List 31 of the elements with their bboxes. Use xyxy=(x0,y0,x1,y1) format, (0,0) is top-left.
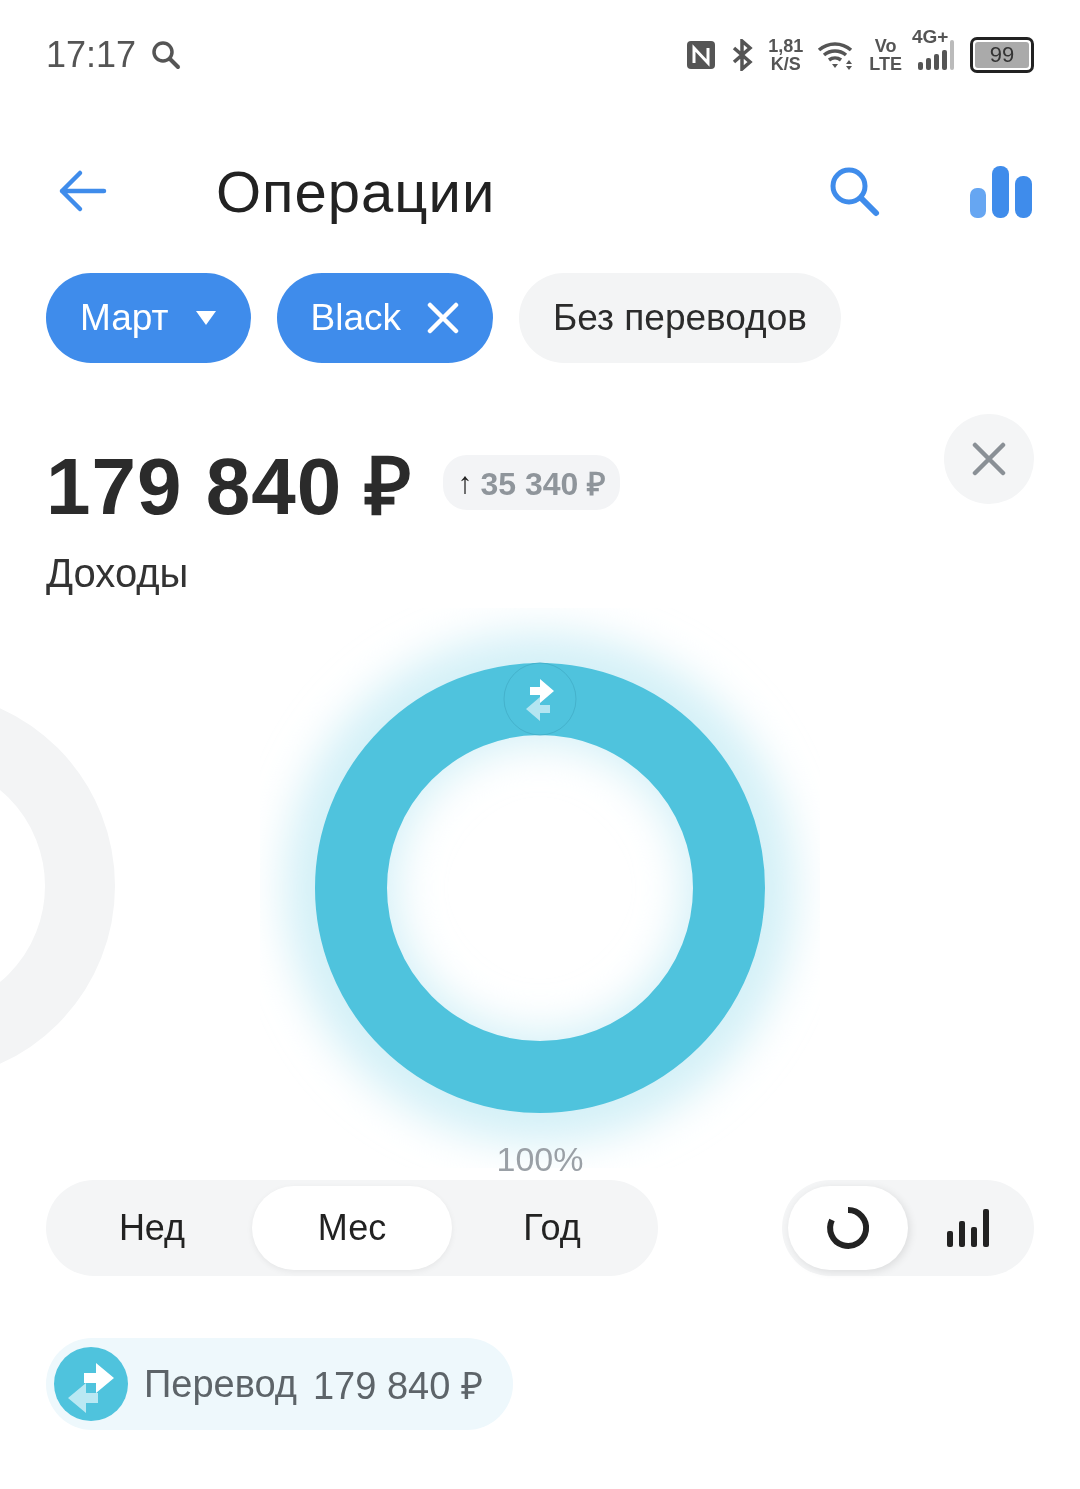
category-chip[interactable]: Перевод 179 840 ₽ xyxy=(46,1338,513,1430)
speed-unit: K/S xyxy=(770,55,801,73)
donut-view-tab[interactable] xyxy=(788,1186,908,1270)
category-name: Перевод xyxy=(144,1362,297,1406)
caret-icon xyxy=(194,310,217,326)
volte-label: LTE xyxy=(869,55,902,73)
transfer-icon xyxy=(503,662,577,736)
up-arrow: ↑ xyxy=(457,465,473,500)
period-tab[interactable]: Мес xyxy=(252,1186,452,1270)
clock: 17:17 xyxy=(46,34,137,76)
period-tab[interactable]: Год xyxy=(452,1186,652,1270)
speed-value: 1,81 xyxy=(768,37,804,55)
close-icon xyxy=(972,442,1006,476)
category-amount: 179 840 ₽ xyxy=(312,1364,483,1409)
network-label: 4G+ xyxy=(912,26,949,48)
total-amount: 179 840 ₽ xyxy=(46,441,414,533)
volte-label: Vo xyxy=(874,37,897,55)
period-tab[interactable]: Нед xyxy=(52,1186,252,1270)
bar-chart-icon[interactable] xyxy=(968,164,1034,218)
bar-chart-icon xyxy=(945,1207,991,1249)
battery-indicator: 99 xyxy=(970,37,1034,73)
percent-label: 100% xyxy=(496,1140,584,1179)
filter-chip[interactable]: Без переводов xyxy=(519,273,841,363)
page-title: Операции xyxy=(216,157,497,225)
nfc-icon xyxy=(686,40,717,70)
summary-label: Доходы xyxy=(46,551,190,596)
search-icon xyxy=(150,39,183,71)
bluetooth-icon xyxy=(730,39,755,71)
donut-icon xyxy=(825,1205,871,1251)
change-amount: 35 340 ₽ xyxy=(480,465,607,504)
close-icon xyxy=(427,302,459,334)
